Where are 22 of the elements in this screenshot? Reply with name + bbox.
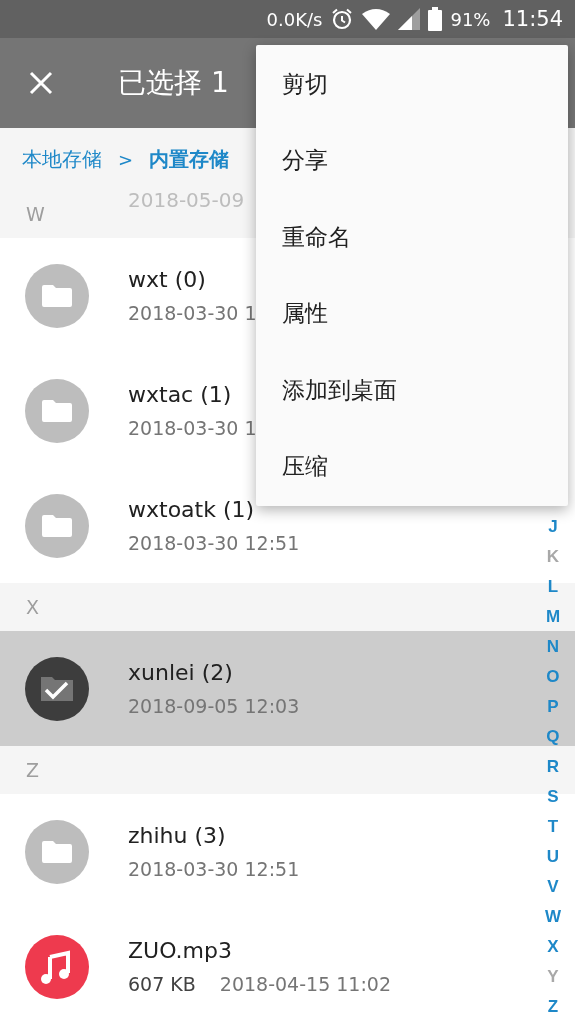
file-date: 2018-09-05 12:03 — [128, 695, 300, 717]
section-letter: X — [26, 596, 40, 618]
network-speed: 0.0K/s — [266, 8, 323, 30]
clock-time: 11:54 — [502, 7, 563, 31]
breadcrumb-separator: > — [118, 148, 134, 170]
file-date: 2018-03-30 1 — [128, 302, 257, 324]
file-name: wxt (0) — [128, 267, 207, 292]
file-name: wxtoatk (1) — [128, 497, 256, 522]
file-date: 2018-03-30 12:51 — [128, 858, 300, 880]
file-name: zhihu (3) — [128, 823, 227, 848]
file-name: ZUO.mp3 — [128, 938, 233, 963]
file-date: 2018-03-30 1 — [128, 417, 257, 439]
ghost-date: 2018-05-09 — [128, 188, 245, 212]
file-name: wxtac (1) — [128, 382, 233, 407]
file-date: 2018-03-30 12:51 — [128, 532, 300, 554]
file-size: 607 KB — [128, 973, 196, 995]
selection-title: 已选择 1 — [118, 65, 229, 101]
battery-percent: 91% — [450, 8, 491, 30]
section-letter: W — [26, 203, 45, 225]
file-date: 2018-04-15 11:02 — [219, 973, 392, 995]
file-name: xunlei (2) — [128, 660, 234, 685]
section-letter: Z — [26, 759, 40, 781]
